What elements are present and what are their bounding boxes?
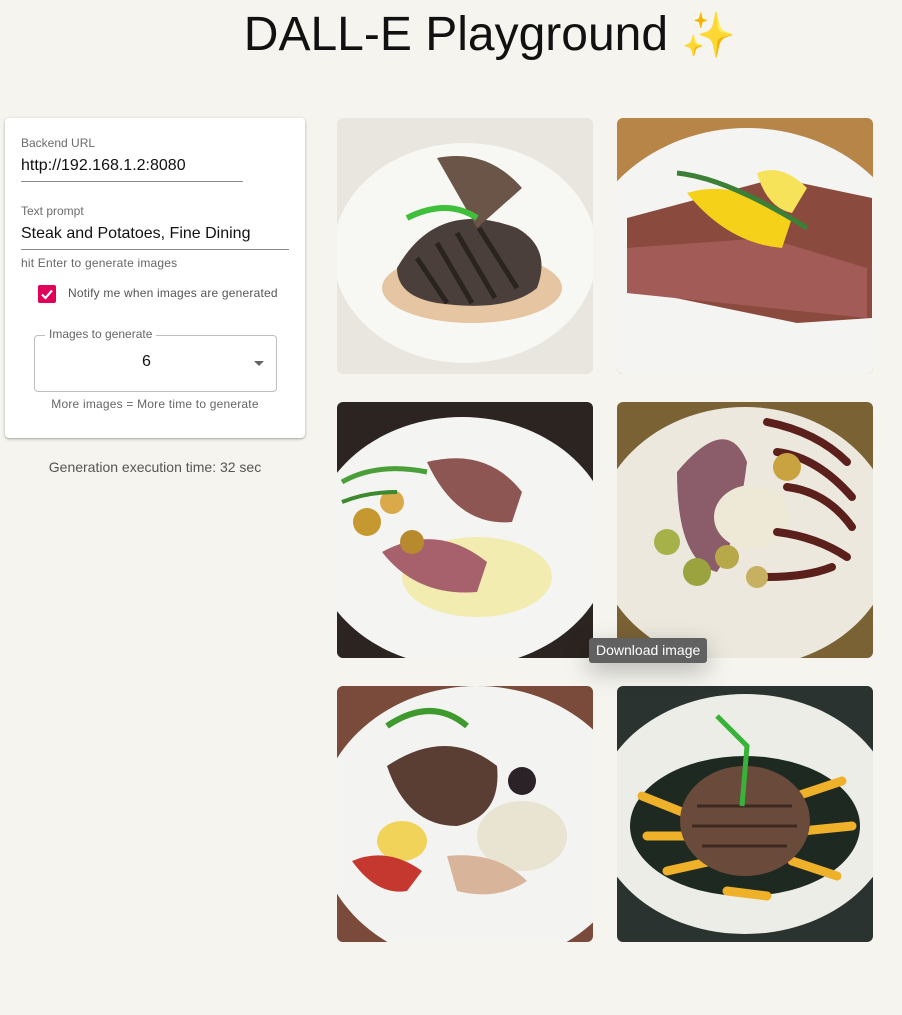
backend-url-label: Backend URL	[21, 136, 96, 150]
generated-image-4[interactable]	[617, 402, 873, 658]
generated-image-2[interactable]	[617, 118, 873, 374]
text-prompt-input[interactable]: Steak and Potatoes, Fine Dining	[21, 225, 250, 243]
sparkles-icon: ✨	[681, 11, 737, 60]
backend-url-input[interactable]: http://192.168.1.2:8080	[21, 157, 186, 175]
checkmark-icon	[41, 289, 53, 300]
images-to-generate-value: 6	[142, 353, 151, 370]
settings-panel: Backend URL http://192.168.1.2:8080 Text…	[5, 118, 305, 438]
notify-label: Notify me when images are generated	[68, 286, 278, 300]
text-prompt-label: Text prompt	[21, 204, 84, 218]
execution-time: Generation execution time: 32 sec	[48, 459, 262, 475]
images-helper: More images = More time to generate	[51, 397, 259, 411]
text-prompt-helper: hit Enter to generate images	[21, 256, 178, 270]
generated-image-1[interactable]	[337, 118, 593, 374]
generated-image-6[interactable]	[617, 686, 873, 942]
download-image-tooltip: Download image	[589, 638, 708, 663]
generated-image-3[interactable]	[337, 402, 593, 658]
page-title: DALL-E Playground ✨	[0, 6, 902, 65]
page-title-text: DALL-E Playground	[243, 8, 669, 61]
generated-image-5[interactable]	[337, 686, 593, 942]
images-to-generate-label: Images to generate	[45, 327, 157, 341]
images-to-generate-select[interactable]: Images to generate 6	[34, 327, 277, 392]
notify-checkbox[interactable]	[38, 285, 56, 303]
caret-down-icon[interactable]	[254, 361, 264, 366]
backend-url-underline	[21, 181, 243, 182]
text-prompt-underline	[21, 249, 289, 250]
